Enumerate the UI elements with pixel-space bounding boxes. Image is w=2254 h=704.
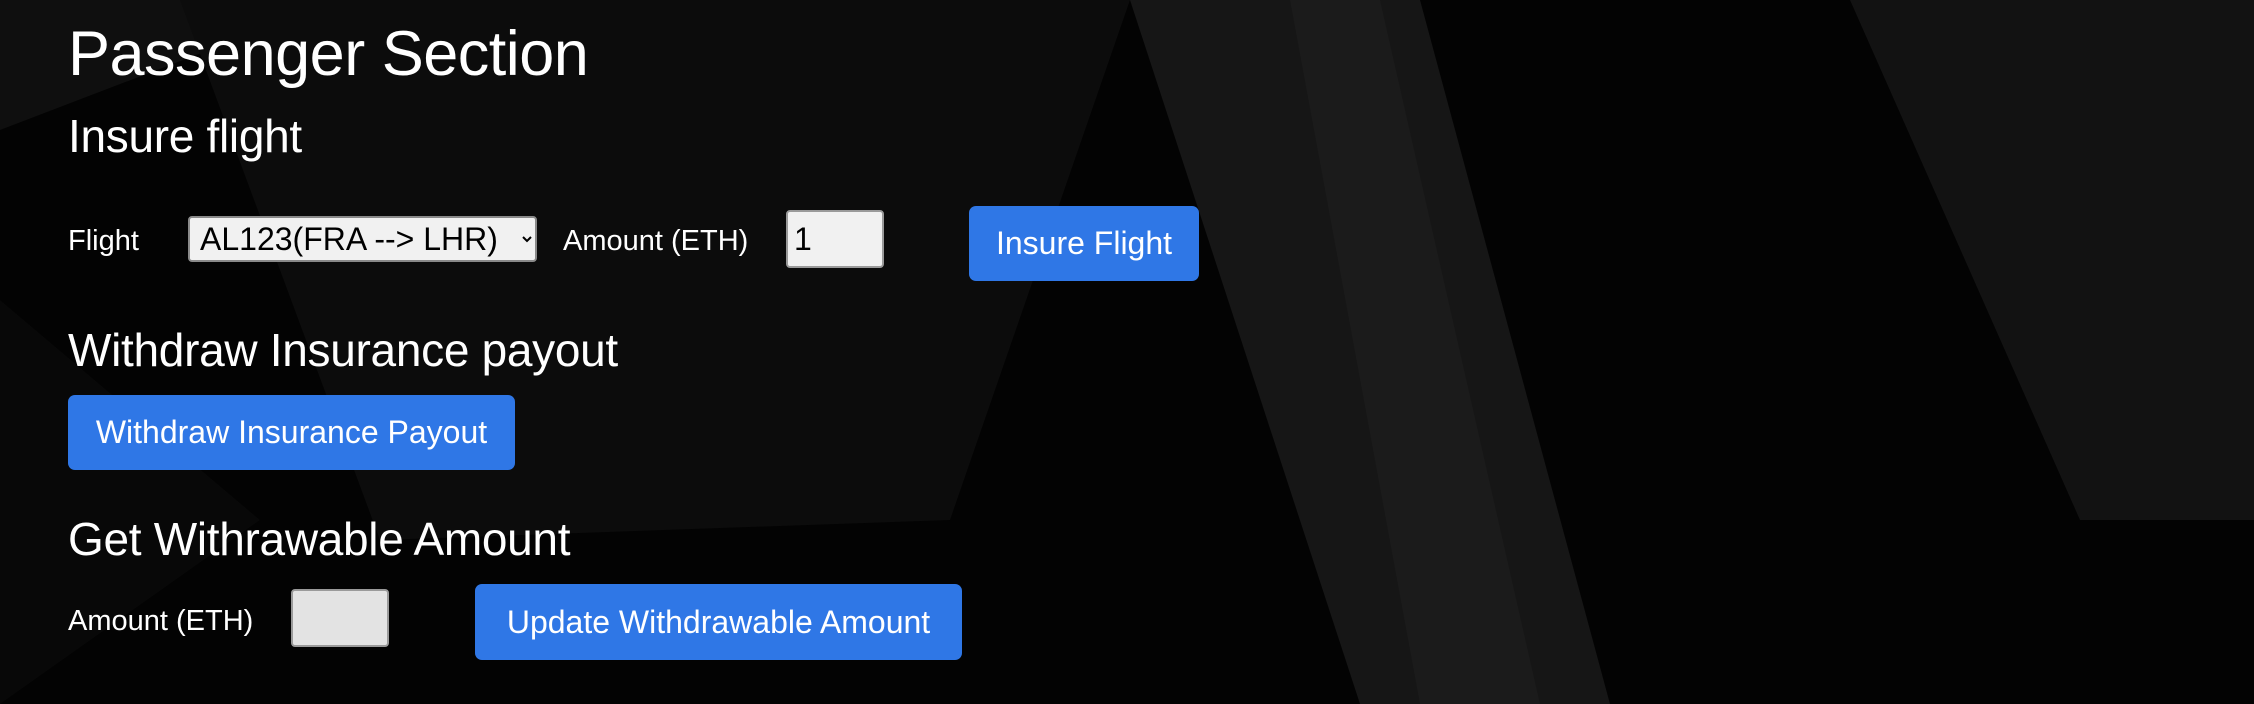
insure-flight-heading: Insure flight xyxy=(68,110,302,162)
insure-flight-button[interactable]: Insure Flight xyxy=(969,206,1199,281)
withdrawable-amount-heading: Get Withrawable Amount xyxy=(68,513,571,565)
update-withdrawable-button[interactable]: Update Withdrawable Amount xyxy=(475,584,962,660)
page-title: Passenger Section xyxy=(68,19,589,89)
withdrawable-amount-label: Amount (ETH) xyxy=(68,605,254,637)
withdrawable-amount-input[interactable] xyxy=(291,589,389,647)
flight-label: Flight xyxy=(68,225,139,257)
passenger-section: Passenger Section Insure flight Flight A… xyxy=(0,0,2254,704)
withdraw-payout-button[interactable]: Withdraw Insurance Payout xyxy=(68,395,515,470)
insure-amount-input[interactable] xyxy=(786,210,884,268)
insure-amount-label: Amount (ETH) xyxy=(563,225,749,257)
withdraw-payout-heading: Withdraw Insurance payout xyxy=(68,324,618,376)
flight-select[interactable]: AL123(FRA --> LHR) xyxy=(188,216,537,262)
